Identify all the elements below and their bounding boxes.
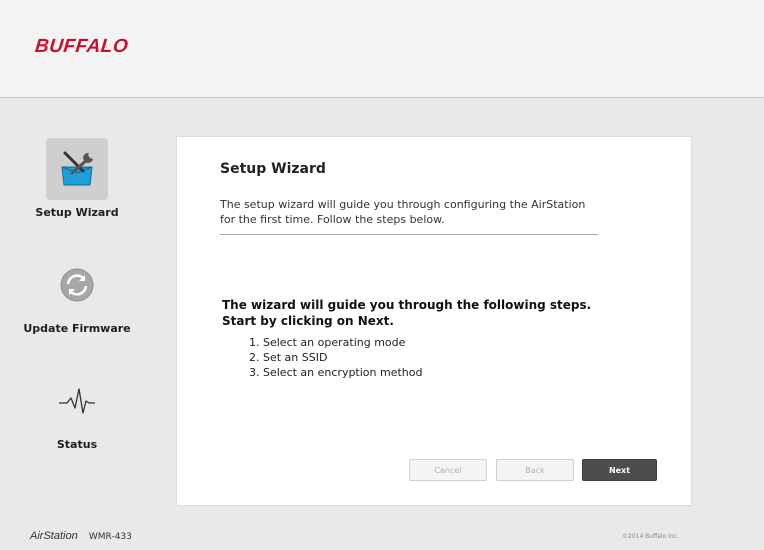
footer-brand: AirStation WMR-433 bbox=[30, 530, 132, 542]
model-number: WMR-433 bbox=[88, 532, 132, 542]
pulse-icon bbox=[46, 370, 108, 432]
list-item: 3. Select an encryption method bbox=[249, 366, 423, 379]
wizard-description: The setup wizard will guide you through … bbox=[220, 198, 586, 226]
buffalo-logo: BUFFALO bbox=[33, 36, 130, 57]
copyright: ©2014 Buffalo Inc. bbox=[622, 533, 679, 540]
sidebar-item-update-firmware[interactable]: Update Firmware bbox=[12, 254, 142, 335]
next-button[interactable]: Next bbox=[582, 459, 657, 481]
sidebar-item-label: Update Firmware bbox=[23, 322, 131, 335]
wizard-panel: Setup Wizard The setup wizard will guide… bbox=[176, 136, 692, 506]
wizard-intro: The wizard will guide you through the fo… bbox=[222, 297, 591, 329]
sidebar-item-label: Setup Wizard bbox=[35, 206, 119, 219]
sidebar-item-status[interactable]: Status bbox=[12, 370, 142, 451]
intro-line: Start by clicking on Next. bbox=[222, 314, 394, 328]
refresh-icon bbox=[46, 254, 108, 316]
toolbox-wrench-icon bbox=[46, 138, 108, 200]
header: BUFFALO bbox=[0, 0, 764, 98]
cancel-button[interactable]: Cancel bbox=[409, 459, 487, 481]
steps-list: 1. Select an operating mode 2. Set an SS… bbox=[249, 335, 422, 380]
list-item: 1. Select an operating mode bbox=[249, 336, 406, 349]
list-item: 2. Set an SSID bbox=[249, 351, 328, 364]
intro-line: The wizard will guide you through the fo… bbox=[222, 298, 592, 312]
back-button[interactable]: Back bbox=[496, 459, 574, 481]
sidebar-item-setup-wizard[interactable]: Setup Wizard bbox=[12, 138, 142, 219]
sidebar-item-label: Status bbox=[56, 438, 98, 451]
airstation-logo: AirStation bbox=[30, 530, 78, 542]
page-title: Setup Wizard bbox=[220, 161, 326, 177]
divider bbox=[220, 234, 598, 235]
